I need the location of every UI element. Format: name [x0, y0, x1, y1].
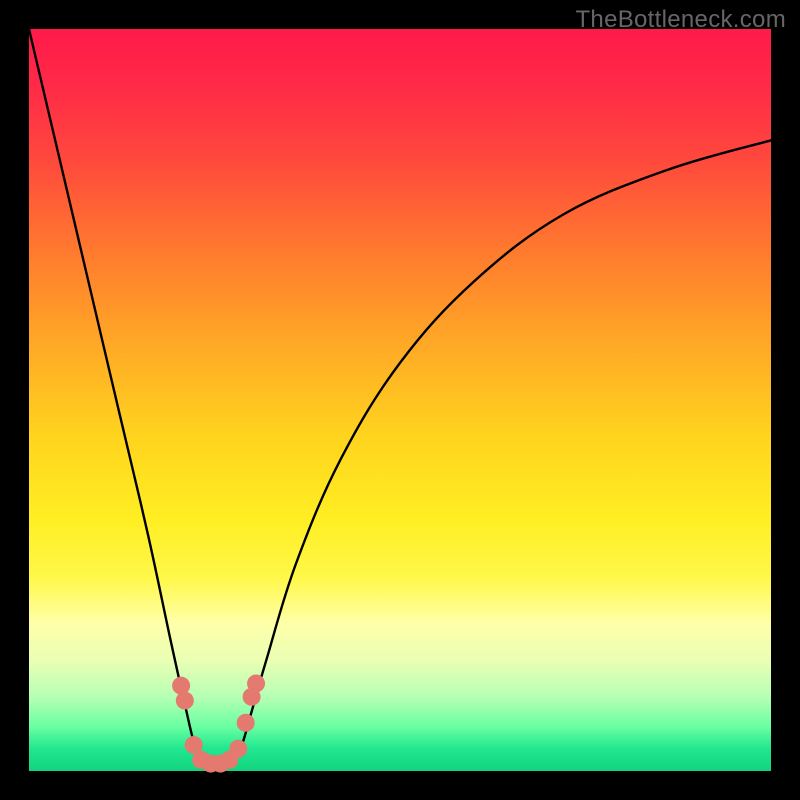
- watermark-text: TheBottleneck.com: [575, 6, 786, 34]
- chart-svg: [29, 29, 771, 771]
- data-marker: [247, 674, 265, 692]
- data-marker: [237, 714, 255, 732]
- chart-frame: TheBottleneck.com: [0, 0, 800, 800]
- marker-group: [172, 674, 265, 772]
- curve-path: [29, 29, 771, 767]
- data-marker: [176, 692, 194, 710]
- data-marker: [229, 740, 247, 758]
